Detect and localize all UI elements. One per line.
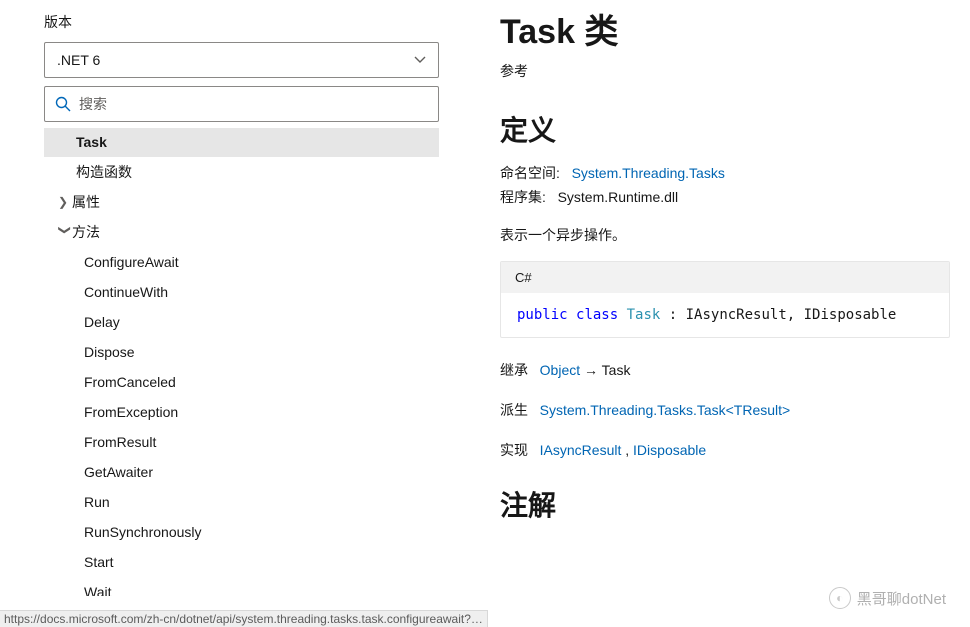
tree-node-label: ConfigureAwait bbox=[84, 254, 179, 270]
annotations-heading: 注解 bbox=[500, 484, 950, 524]
tree-node-label: GetAwaiter bbox=[84, 464, 153, 480]
tree-node-label: FromException bbox=[84, 404, 178, 420]
namespace-label: 命名空间: bbox=[500, 165, 560, 181]
tree-node-method[interactable]: RunSynchronously bbox=[44, 517, 439, 547]
version-select[interactable]: .NET 6 bbox=[44, 42, 439, 78]
tree-node-method[interactable]: Delay bbox=[44, 307, 439, 337]
main-content: Task 类 参考 定义 命名空间: System.Threading.Task… bbox=[450, 0, 970, 627]
assembly-row: 程序集: System.Runtime.dll bbox=[500, 187, 950, 207]
tree-node-method[interactable]: Wait bbox=[44, 577, 439, 596]
chevron-right-icon: ❯ bbox=[58, 195, 72, 209]
type-description: 表示一个异步操作。 bbox=[500, 225, 950, 245]
chevron-down-icon bbox=[414, 53, 426, 67]
status-bar: https://docs.microsoft.com/zh-cn/dotnet/… bbox=[0, 610, 488, 627]
search-box[interactable] bbox=[44, 86, 439, 122]
inheritance-self: Task bbox=[602, 362, 631, 378]
code-block: C# public class Task : IAsyncResult, IDi… bbox=[500, 261, 950, 338]
nav-tree[interactable]: Task 构造函数 ❯ 属性 ❯ 方法 ConfigureAwait Contin… bbox=[44, 128, 439, 596]
tree-node-method[interactable]: FromCanceled bbox=[44, 367, 439, 397]
version-heading: 版本 bbox=[44, 12, 450, 32]
tree-node-properties[interactable]: ❯ 属性 bbox=[44, 187, 439, 217]
tree-node-method[interactable]: GetAwaiter bbox=[44, 457, 439, 487]
assembly-value: System.Runtime.dll bbox=[558, 189, 679, 205]
tree-node-method[interactable]: FromResult bbox=[44, 427, 439, 457]
reference-label: 参考 bbox=[500, 61, 950, 81]
chevron-down-icon: ❯ bbox=[58, 225, 72, 239]
inheritance-row: 继承 Object → Task bbox=[500, 360, 950, 380]
tree-node-label: Delay bbox=[84, 314, 120, 330]
code-body: public class Task : IAsyncResult, IDispo… bbox=[501, 293, 949, 337]
tree-node-methods[interactable]: ❯ 方法 bbox=[44, 217, 439, 247]
tree-node-label: 构造函数 bbox=[76, 162, 132, 182]
namespace-link[interactable]: System.Threading.Tasks bbox=[572, 165, 725, 181]
version-select-value: .NET 6 bbox=[57, 52, 100, 68]
implements-label: 实现 bbox=[500, 442, 528, 458]
inheritance-label: 继承 bbox=[500, 362, 528, 378]
watermark-text: 黑哥聊dotNet bbox=[857, 588, 946, 609]
tree-node-label: FromResult bbox=[84, 434, 156, 450]
tree-node-method[interactable]: Run bbox=[44, 487, 439, 517]
code-language-tab[interactable]: C# bbox=[501, 262, 949, 293]
implements-link-2[interactable]: IDisposable bbox=[633, 442, 706, 458]
tree-node-method[interactable]: ContinueWith bbox=[44, 277, 439, 307]
tree-node-label: Run bbox=[84, 494, 110, 510]
inheritance-base-link[interactable]: Object bbox=[540, 362, 580, 378]
namespace-row: 命名空间: System.Threading.Tasks bbox=[500, 163, 950, 183]
tree-node-label: 方法 bbox=[72, 222, 100, 242]
tree-node-task[interactable]: Task bbox=[44, 128, 439, 157]
derived-row: 派生 System.Threading.Tasks.Task<TResult> bbox=[500, 400, 950, 420]
search-icon bbox=[55, 96, 71, 112]
implements-row: 实现 IAsyncResult , IDisposable bbox=[500, 440, 950, 460]
tree-node-label: ContinueWith bbox=[84, 284, 168, 300]
page-title: Task 类 bbox=[500, 4, 950, 53]
sidebar: 版本 .NET 6 Task 构造函数 ❯ 属性 bbox=[0, 0, 450, 627]
tree-node-label: FromCanceled bbox=[84, 374, 176, 390]
assembly-label: 程序集: bbox=[500, 189, 546, 205]
implements-link-1[interactable]: IAsyncResult bbox=[540, 442, 622, 458]
search-input[interactable] bbox=[79, 87, 428, 121]
tree-node-label: Wait bbox=[84, 584, 111, 596]
derived-link[interactable]: System.Threading.Tasks.Task<TResult> bbox=[540, 402, 791, 418]
tree-node-method[interactable]: ConfigureAwait bbox=[44, 247, 439, 277]
tree-node-label: RunSynchronously bbox=[84, 524, 202, 540]
tree-node-label: Dispose bbox=[84, 344, 135, 360]
tree-node-method[interactable]: FromException bbox=[44, 397, 439, 427]
tree-node-constructor[interactable]: 构造函数 bbox=[44, 157, 439, 187]
wechat-icon: ◐ bbox=[829, 587, 851, 609]
watermark: ◐ 黑哥聊dotNet bbox=[829, 587, 946, 609]
tree-node-method[interactable]: Dispose bbox=[44, 337, 439, 367]
derived-label: 派生 bbox=[500, 402, 528, 418]
tree-node-label: 属性 bbox=[72, 192, 100, 212]
tree-node-label: Start bbox=[84, 554, 114, 570]
definition-heading: 定义 bbox=[500, 109, 950, 149]
tree-node-label: Task bbox=[76, 134, 107, 150]
tree-node-method[interactable]: Start bbox=[44, 547, 439, 577]
